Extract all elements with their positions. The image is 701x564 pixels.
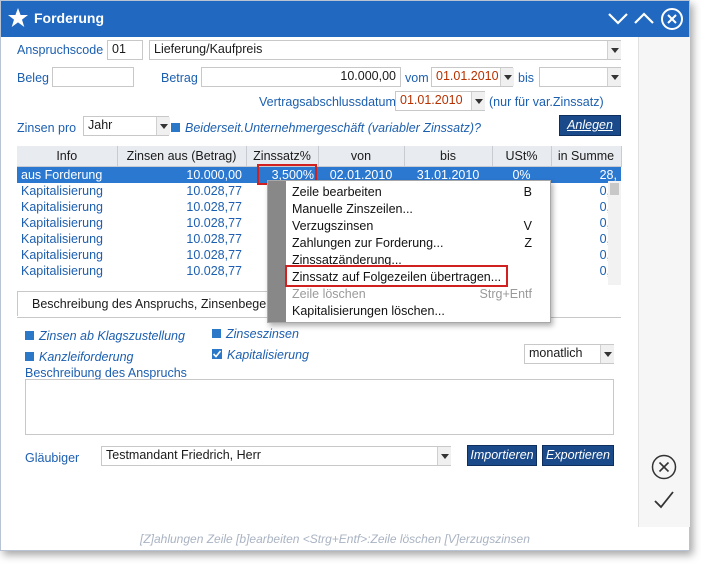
glaeubiger-dropdown-icon[interactable] <box>437 447 451 465</box>
menu-item-shortcut: Z <box>524 236 532 250</box>
kanzleiforderung-checkbox[interactable]: Kanzleiforderung <box>25 350 134 364</box>
vom-dropdown-icon[interactable] <box>500 68 514 86</box>
title-bar: Forderung <box>1 1 689 37</box>
table-cell: Kapitalisierung <box>21 200 103 214</box>
menu-item-verzugszinsen[interactable]: Verzugszinsen V <box>292 218 542 235</box>
checkbox-icon <box>212 329 221 338</box>
menu-item-manuelle-zinszeilen[interactable]: Manuelle Zinszeilen... <box>292 201 542 218</box>
table-cell: 10.028,77 <box>186 232 242 246</box>
betrag-label: Betrag <box>161 71 198 85</box>
menu-item-highlight <box>285 265 508 287</box>
menu-item-shortcut: B <box>523 185 532 199</box>
menu-item-label: Zeile löschen <box>292 287 366 301</box>
klagszustellung-checkbox[interactable]: Zinsen ab Klagszustellung <box>25 329 185 343</box>
anspruchscode-select[interactable]: Lieferung/Kaufpreis <box>149 40 621 60</box>
zinseszinsen-label: Zinseszinsen <box>226 327 299 341</box>
beiderseit-label: Beiderseit.Unternehmergeschäft (variable… <box>185 121 481 135</box>
tab-beschreibung[interactable]: Beschreibung des Anspruchs, Zinsenbegeh <box>17 291 269 316</box>
column-header[interactable]: von <box>318 146 405 167</box>
kapitalisierung-label: Kapitalisierung <box>227 348 309 362</box>
column-header[interactable]: bis <box>404 146 493 167</box>
glaeubiger-select[interactable]: Testmandant Friedrich, Herr <box>101 446 451 466</box>
table-cell: Kapitalisierung <box>21 248 103 262</box>
exportieren-button[interactable]: Exportieren <box>542 445 614 466</box>
menu-item-shortcut: Strg+Entf <box>479 287 532 301</box>
maximize-chevron-icon[interactable] <box>633 7 655 29</box>
forderung-window: Forderung Anspruchscode 01 Lieferung/Kau… <box>0 0 690 551</box>
beschreibung-label: Beschreibung des Anspruchs <box>25 366 187 380</box>
beiderseit-checkbox[interactable]: Beiderseit.Unternehmergeschäft (variable… <box>171 121 481 135</box>
vom-label: vom <box>405 71 429 85</box>
action-panel <box>638 37 690 527</box>
menu-item-label: Zahlungen zur Forderung... <box>292 236 444 250</box>
table-cell: 10.028,77 <box>186 264 242 278</box>
chevron-down-icon[interactable] <box>607 41 621 59</box>
menu-item-label: Zeile bearbeiten <box>292 185 382 199</box>
anspruchscode-input[interactable]: 01 <box>107 40 143 60</box>
checkmark-icon <box>212 349 222 359</box>
table-cell: 10.028,77 <box>186 216 242 230</box>
glaeubiger-label: Gläubiger <box>25 451 80 465</box>
column-header[interactable]: Info <box>17 146 118 167</box>
betrag-input[interactable]: 10.000,00 <box>201 67 401 87</box>
table-cell: Kapitalisierung <box>21 216 103 230</box>
table-cell: 10.000,00 <box>117 166 246 183</box>
confirm-check-icon[interactable] <box>652 489 676 511</box>
anspruchscode-label: Anspruchscode <box>17 43 104 57</box>
column-header[interactable]: Zinsen aus (Betrag) <box>117 146 247 167</box>
zinsen-pro-dropdown-icon[interactable] <box>156 117 170 135</box>
zinsen-pro-label: Zinsen pro <box>17 121 77 135</box>
period-dropdown-icon[interactable] <box>600 345 614 363</box>
shortcut-hint: [Z]ahlungen Zeile [b]earbeiten <Strg+Ent… <box>140 532 530 546</box>
beleg-input[interactable] <box>52 67 134 87</box>
anlegen-button[interactable]: Anlegen <box>559 115 621 136</box>
bis-dropdown-icon[interactable] <box>607 68 621 86</box>
bis-label: bis <box>518 71 534 85</box>
menu-item-kapitalisierungen-loeschen[interactable]: Kapitalisierungen löschen... <box>292 303 542 320</box>
table-header-row: Info Zinsen aus (Betrag) Zinssatz% von b… <box>17 146 622 167</box>
cancel-circle-icon[interactable] <box>651 454 677 480</box>
zinseszinsen-checkbox[interactable]: Zinseszinsen <box>212 327 299 341</box>
checkbox-icon <box>25 352 34 361</box>
importieren-button[interactable]: Importieren <box>467 445 537 466</box>
context-menu: Zeile bearbeiten B Manuelle Zinszeilen...… <box>267 180 551 323</box>
menu-item-label: Verzugszinsen <box>292 219 374 233</box>
table-scrollbar[interactable] <box>608 181 621 285</box>
menu-item-label: Kapitalisierungen löschen... <box>292 304 445 318</box>
menu-gutter <box>268 181 286 322</box>
table-cell: Kapitalisierung <box>21 184 103 198</box>
window-title: Forderung <box>34 10 104 26</box>
table-cell: Kapitalisierung <box>21 264 103 278</box>
scrollbar-thumb[interactable] <box>610 183 619 195</box>
menu-item-zeile-loeschen[interactable]: Zeile löschen Strg+Entf <box>292 286 542 303</box>
table-cell: aus Forderung <box>17 166 117 183</box>
vertrag-note: (nur für var.Zinssatz) <box>489 95 604 109</box>
table-cell: 10.028,77 <box>186 184 242 198</box>
column-header[interactable]: USt% <box>492 146 552 167</box>
menu-item-label: Manuelle Zinszeilen... <box>292 202 413 216</box>
close-window-button[interactable] <box>661 8 683 30</box>
vertrag-label: Vertragsabschlussdatum <box>259 95 396 109</box>
checkbox-icon <box>171 123 180 132</box>
kanzleiforderung-label: Kanzleiforderung <box>39 350 134 364</box>
menu-item-zahlungen[interactable]: Zahlungen zur Forderung... Z <box>292 235 542 252</box>
table-cell: 10.028,77 <box>186 200 242 214</box>
table-cell: 10.028,77 <box>186 248 242 262</box>
checkbox-icon <box>25 331 34 340</box>
menu-item-shortcut: V <box>523 219 532 233</box>
klagszustellung-label: Zinsen ab Klagszustellung <box>39 329 185 343</box>
beleg-label: Beleg <box>17 71 49 85</box>
vertrag-dropdown-icon[interactable] <box>471 92 485 110</box>
anspruchscode-text: Lieferung/Kaufpreis <box>154 42 263 56</box>
minimize-chevron-icon[interactable] <box>607 7 629 29</box>
menu-item-zeile-bearbeiten[interactable]: Zeile bearbeiten B <box>292 184 542 201</box>
table-cell: Kapitalisierung <box>21 232 103 246</box>
star-icon <box>8 8 28 27</box>
close-icon <box>667 14 677 24</box>
kapitalisierung-checkbox[interactable]: Kapitalisierung <box>212 348 309 362</box>
beschreibung-textarea[interactable] <box>25 379 614 435</box>
column-header[interactable]: in Summe <box>551 146 622 167</box>
